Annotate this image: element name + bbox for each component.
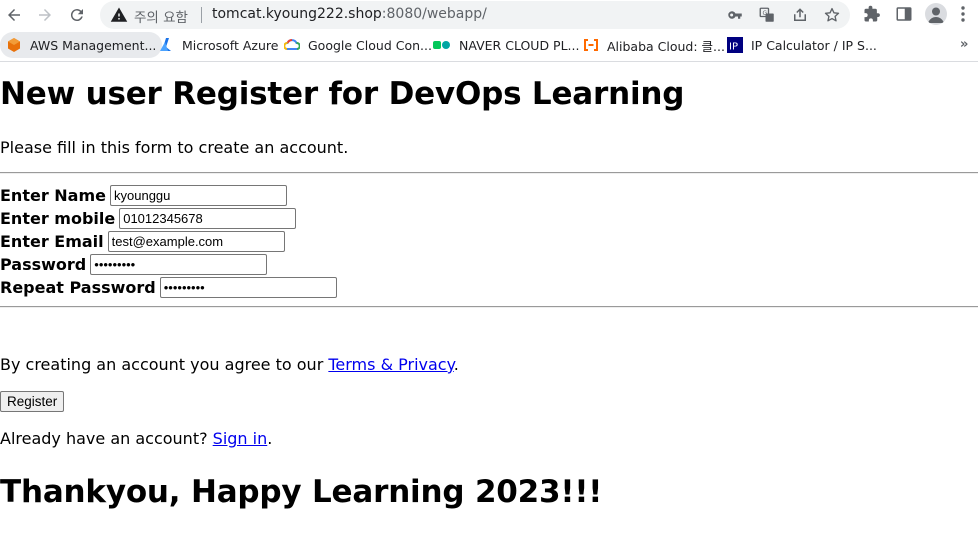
bookmark-label: Microsoft Azure: [182, 37, 279, 53]
more-vertical-icon[interactable]: [957, 5, 969, 23]
url-text[interactable]: tomcat.kyoung222.shop:8080/webapp/: [212, 6, 487, 22]
back-button[interactable]: [0, 1, 28, 29]
reload-button[interactable]: [63, 1, 91, 29]
bookmark-google-cloud[interactable]: Google Cloud Con...: [284, 32, 432, 58]
translate-icon[interactable]: G: [758, 6, 776, 24]
intro-text: Please fill in this form to create an ac…: [0, 138, 349, 157]
mobile-label: Enter mobile: [0, 208, 116, 228]
bookmark-label: IP Calculator / IP S...: [751, 37, 877, 53]
repeat-password-label: Repeat Password: [0, 277, 156, 297]
bookmark-aws[interactable]: AWS Management...: [0, 32, 163, 58]
url-path: :8080/webapp/: [381, 6, 487, 22]
signin-suffix: .: [267, 429, 273, 448]
top-divider: [0, 172, 978, 174]
register-button[interactable]: Register: [0, 391, 65, 412]
bookmark-ip-calculator[interactable]: IP IP Calculator / IP S...: [727, 32, 877, 58]
svg-text:G: G: [763, 10, 768, 17]
share-icon[interactable]: [791, 6, 809, 24]
reload-icon: [70, 9, 83, 22]
password-row: Password: [0, 253, 268, 275]
svg-text:IP: IP: [729, 42, 738, 53]
bottom-divider: [0, 306, 978, 308]
page-content: New user Register for DevOps Learning Pl…: [0, 62, 978, 537]
bookmark-azure[interactable]: Microsoft Azure: [158, 32, 278, 58]
address-separator: [201, 7, 202, 23]
agreement-text: By creating an account you agree to our …: [0, 355, 459, 374]
name-row: Enter Name: [0, 184, 287, 206]
profile-avatar[interactable]: [925, 3, 947, 25]
azure-icon: [160, 38, 171, 51]
password-input[interactable]: [90, 253, 268, 275]
browser-toolbar: 주의 요함 tomcat.kyoung222.shop:8080/webapp/…: [0, 0, 978, 30]
back-arrow-icon: [8, 9, 20, 21]
name-label: Enter Name: [0, 185, 106, 205]
address-bar[interactable]: 주의 요함 tomcat.kyoung222.shop:8080/webapp/…: [100, 1, 850, 29]
agreement-prefix: By creating an account you agree to our: [0, 355, 329, 374]
footer-title: Thankyou, Happy Learning 2023!!!: [0, 474, 603, 510]
signin-prefix: Already have an account?: [0, 429, 213, 448]
agreement-suffix: .: [453, 355, 459, 374]
mobile-row: Enter mobile: [0, 207, 297, 229]
page-title: New user Register for DevOps Learning: [0, 76, 685, 112]
warning-triangle-icon[interactable]: [110, 6, 128, 24]
extensions-puzzle-icon[interactable]: [863, 5, 881, 23]
security-status-text[interactable]: 주의 요함: [134, 6, 188, 26]
bookmarks-bar: AWS Management... Microsoft Azure Google…: [0, 30, 978, 62]
repeat-password-input[interactable]: [159, 276, 337, 298]
aws-icon: [8, 38, 20, 52]
forward-arrow-icon: [39, 9, 51, 21]
bookmark-label: Alibaba Cloud: 클...: [607, 38, 725, 54]
name-input[interactable]: [110, 184, 287, 206]
key-icon[interactable]: [726, 6, 744, 24]
terms-privacy-link[interactable]: Terms & Privacy: [328, 355, 453, 374]
side-panel-icon[interactable]: [895, 5, 913, 23]
alibaba-cloud-icon: [584, 39, 598, 51]
bookmark-label: AWS Management...: [30, 37, 157, 53]
email-input[interactable]: [107, 230, 285, 252]
bookmark-naver-cloud[interactable]: NAVER CLOUD PL...: [433, 32, 579, 58]
forward-button[interactable]: [31, 1, 59, 29]
ip-calculator-icon: IP: [727, 37, 743, 53]
signin-text: Already have an account? Sign in.: [0, 429, 272, 448]
person-icon: [928, 7, 944, 23]
naver-cloud-icon: [433, 41, 450, 49]
mobile-input[interactable]: [119, 207, 297, 229]
url-host: tomcat.kyoung222.shop: [212, 6, 382, 22]
bookmark-alibaba-cloud[interactable]: Alibaba Cloud: 클...: [583, 32, 725, 58]
email-label: Enter Email: [0, 231, 104, 251]
email-row: Enter Email: [0, 230, 285, 252]
google-cloud-icon: [284, 39, 300, 50]
sign-in-link[interactable]: Sign in: [213, 429, 268, 448]
repeat-password-row: Repeat Password: [0, 276, 337, 298]
bookmark-star-icon[interactable]: [823, 6, 841, 24]
more-bookmarks-chevron-icon[interactable]: »: [960, 37, 968, 52]
bookmark-label: Google Cloud Con...: [308, 37, 432, 53]
password-label: Password: [0, 254, 87, 274]
bookmark-label: NAVER CLOUD PL...: [459, 37, 580, 53]
